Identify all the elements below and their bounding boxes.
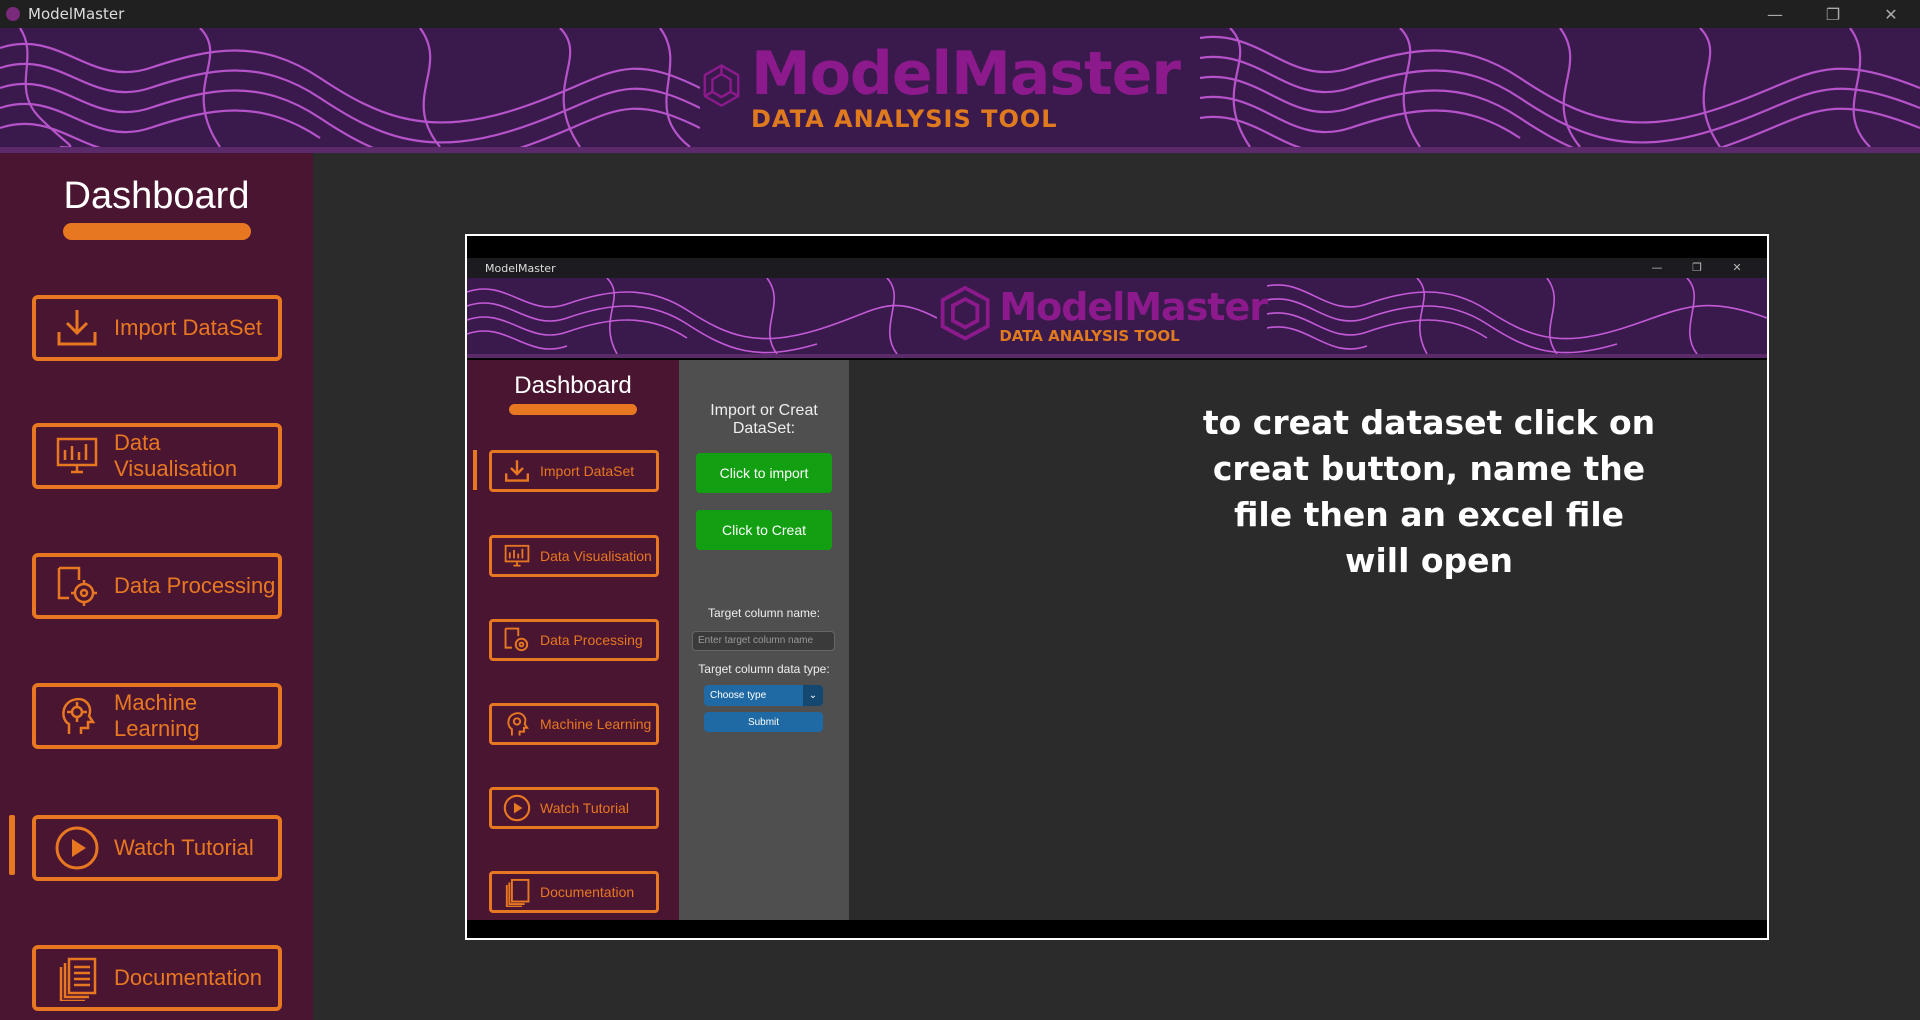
gear-document-icon bbox=[50, 562, 104, 610]
sidebar-item-label: Machine Learning bbox=[114, 690, 200, 741]
target-column-label: Target column name: bbox=[707, 606, 821, 620]
sidebar-item-data-visualisation[interactable]: Data Visualisation bbox=[32, 423, 282, 489]
ai-head-icon bbox=[500, 709, 534, 739]
documents-icon bbox=[50, 954, 104, 1002]
embedded-screenshot: ModelMaster — ❐ ✕ ModelMaster DATA ANALY… bbox=[465, 234, 1769, 940]
sidebar-item-watch-tutorial[interactable]: Watch Tutorial bbox=[32, 815, 282, 881]
embedded-main-area: to creat dataset click on creat button, … bbox=[849, 360, 1767, 920]
type-select-value: Choose type bbox=[710, 690, 767, 701]
embedded-restore-button: ❐ bbox=[1692, 261, 1702, 274]
embedded-sidebar-item-label: Data Processing bbox=[540, 632, 643, 648]
play-icon bbox=[50, 824, 104, 872]
embedded-title-bar: ModelMaster — ❐ ✕ bbox=[467, 258, 1767, 278]
active-indicator bbox=[9, 815, 15, 875]
embedded-brand-logo: ModelMaster DATA ANALYSIS TOOL bbox=[937, 278, 1268, 354]
target-type-label: Target column data type: bbox=[698, 662, 830, 676]
sidebar-item-import-dataset[interactable]: Import DataSet bbox=[32, 295, 282, 361]
play-icon bbox=[500, 793, 534, 823]
download-icon bbox=[500, 456, 534, 486]
gear-document-icon bbox=[500, 625, 534, 655]
chart-monitor-icon bbox=[50, 432, 104, 480]
title-underline bbox=[63, 223, 251, 240]
app-icon bbox=[6, 7, 20, 21]
chevron-down-icon: ⌄ bbox=[803, 685, 823, 706]
sidebar: Dashboard Import DataSet Data Visualisat… bbox=[0, 153, 313, 1020]
header-banner: ModelMaster DATA ANALYSIS TOOL bbox=[0, 28, 1920, 153]
embedded-brand-name: ModelMaster bbox=[999, 285, 1268, 329]
embedded-minimize-button: — bbox=[1651, 261, 1663, 274]
sidebar-item-label: Import DataSet bbox=[114, 315, 262, 340]
brand-logo: ModelMaster DATA ANALYSIS TOOL bbox=[700, 28, 1181, 147]
embedded-sidebar-item-import-dataset: Import DataSet bbox=[489, 450, 659, 492]
embedded-sidebar-item-label: Machine Learning bbox=[540, 716, 652, 732]
embedded-sidebar-item-data-processing: Data Processing bbox=[489, 619, 659, 661]
embedded-import-panel: Import or Creat DataSet: Click to import… bbox=[679, 360, 849, 920]
instruction-text: to creat dataset click on creat button, … bbox=[1202, 403, 1656, 580]
brand-tagline: DATA ANALYSIS TOOL bbox=[750, 104, 1058, 133]
sidebar-title: Dashboard bbox=[63, 175, 250, 217]
sidebar-item-label: Data Visualisation bbox=[114, 430, 238, 481]
sidebar-item-label: Watch Tutorial bbox=[114, 835, 254, 860]
sidebar-item-machine-learning[interactable]: Machine Learning bbox=[32, 683, 282, 749]
close-button[interactable]: ✕ bbox=[1862, 0, 1920, 28]
embedded-sidebar-item-label: Documentation bbox=[540, 884, 635, 900]
embedded-submit-button: Submit bbox=[704, 712, 823, 732]
embedded-window-title: ModelMaster bbox=[485, 261, 556, 275]
embedded-sidebar-item-label: Import DataSet bbox=[540, 463, 635, 479]
embedded-banner: ModelMaster DATA ANALYSIS TOOL bbox=[467, 278, 1767, 358]
sidebar-item-documentation[interactable]: Documentation bbox=[32, 945, 282, 1011]
sidebar-item-data-processing[interactable]: Data Processing bbox=[32, 553, 282, 619]
embedded-sidebar-item-documentation: Documentation bbox=[489, 871, 659, 913]
embedded-active-indicator bbox=[473, 450, 477, 490]
embedded-bottom-bar bbox=[467, 920, 1767, 938]
embedded-sidebar-item-label: Watch Tutorial bbox=[540, 800, 629, 816]
embedded-brand-tagline: DATA ANALYSIS TOOL bbox=[999, 327, 1180, 345]
window-title: ModelMaster bbox=[28, 5, 125, 23]
embedded-create-button: Click to Creat bbox=[696, 510, 832, 550]
embedded-sidebar-title: Dashboard bbox=[514, 372, 632, 399]
sidebar-item-label: Documentation bbox=[114, 965, 262, 990]
minimize-button[interactable]: — bbox=[1746, 0, 1804, 28]
embedded-target-column-input: Enter target column name bbox=[692, 631, 835, 651]
restore-button[interactable]: ❐ bbox=[1804, 0, 1862, 28]
embedded-sidebar-item-machine-learning: Machine Learning bbox=[489, 703, 659, 745]
title-bar: ModelMaster — ❐ ✕ bbox=[0, 0, 1920, 28]
embedded-sidebar-item-watch-tutorial: Watch Tutorial bbox=[489, 787, 659, 829]
embedded-sidebar-item-label: Data Visualisation bbox=[540, 548, 652, 564]
embedded-type-select: Choose type ⌄ bbox=[704, 685, 823, 706]
documents-icon bbox=[500, 877, 534, 907]
download-icon bbox=[50, 304, 104, 352]
embedded-import-button: Click to import bbox=[696, 453, 832, 493]
sidebar-item-label: Data Processing bbox=[114, 573, 276, 598]
logo-mark-icon bbox=[703, 63, 740, 107]
embedded-logo-mark-icon bbox=[940, 285, 990, 341]
embedded-title-underline bbox=[509, 404, 637, 415]
ai-head-icon bbox=[50, 692, 104, 740]
embedded-close-button: ✕ bbox=[1732, 261, 1742, 274]
chart-monitor-icon bbox=[500, 541, 534, 571]
embedded-sidebar-item-data-visualisation: Data Visualisation bbox=[489, 535, 659, 577]
embedded-sidebar: Dashboard Import DataSet Data Visualisat… bbox=[467, 360, 679, 920]
panel-heading: Import or Creat DataSet: bbox=[710, 402, 818, 437]
window-controls: — ❐ ✕ bbox=[1746, 0, 1920, 28]
brand-name: ModelMaster bbox=[750, 38, 1181, 109]
